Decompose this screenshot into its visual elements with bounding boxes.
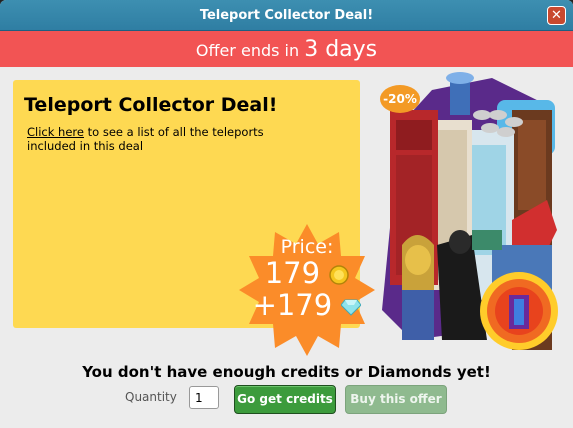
diamonds-price: +179: [252, 288, 333, 322]
credit-coin-icon: [329, 265, 350, 285]
buy-offer-button[interactable]: Buy this offer: [345, 385, 447, 414]
credits-price: 179: [264, 256, 321, 290]
teleport-orb-icon: [480, 272, 558, 350]
quantity-input[interactable]: [189, 386, 219, 409]
diamond-icon: [340, 299, 363, 316]
timer-value: 3 days: [304, 37, 378, 62]
close-button[interactable]: ✕: [547, 6, 566, 25]
offer-window: Teleport Collector Deal! ✕ Offer ends in…: [0, 0, 573, 428]
window-title: Teleport Collector Deal!: [199, 8, 374, 23]
price-label: Price:: [280, 236, 334, 258]
insufficient-funds-message: You don't have enough credits or Diamond…: [82, 363, 491, 381]
title-bar[interactable]: Teleport Collector Deal! ✕: [0, 0, 573, 31]
offer-timer-banner: Offer ends in 3 days: [0, 31, 573, 67]
price-burst: Price: 179 +179: [239, 222, 375, 358]
promo-title: Teleport Collector Deal!: [24, 94, 278, 116]
promo-description: Click here to see a list of all the tele…: [27, 125, 277, 153]
discount-badge-icon: -20%: [380, 84, 420, 114]
discount-label: -20%: [383, 92, 417, 106]
timer-prefix: Offer ends in: [195, 41, 300, 60]
get-credits-button[interactable]: Go get credits: [234, 385, 336, 414]
teleport-list-link[interactable]: Click here: [27, 125, 84, 139]
quantity-label: Quantity: [125, 390, 177, 404]
close-icon[interactable]: ✕: [551, 8, 562, 23]
